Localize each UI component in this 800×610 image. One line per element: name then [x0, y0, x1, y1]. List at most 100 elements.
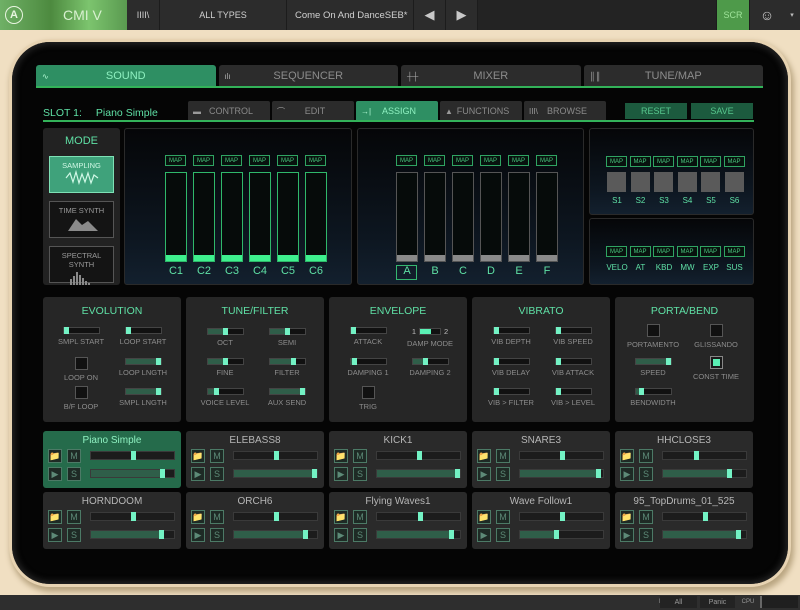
slider-handle[interactable]: [702, 512, 708, 521]
map-button[interactable]: MAP: [653, 156, 674, 167]
slot-card[interactable]: HORNDOOM 📁 M ▶ S: [43, 492, 181, 549]
oct-slider[interactable]: [206, 328, 244, 335]
map-button[interactable]: MAP: [723, 156, 745, 167]
pan-slider[interactable]: [519, 512, 604, 521]
solo-button[interactable]: S: [639, 528, 653, 542]
map-button[interactable]: MAP: [629, 156, 651, 167]
slot-card[interactable]: Wave Follow1 📁 M ▶ S: [472, 492, 610, 549]
slider-handle[interactable]: [155, 388, 161, 395]
pan-slider[interactable]: [662, 512, 747, 521]
bendwidth-slider[interactable]: [634, 388, 672, 395]
vib-attack-slider[interactable]: [554, 358, 592, 365]
vib-depth-slider[interactable]: [492, 327, 530, 334]
slider-handle[interactable]: [273, 512, 279, 521]
slider-handle[interactable]: [63, 327, 69, 334]
bf-loop-control[interactable]: B/F LOOP: [51, 386, 111, 411]
preset-name-field[interactable]: Come On And DanceSEB*: [287, 0, 414, 30]
vib-filter-control[interactable]: VIB > FILTER: [481, 388, 541, 407]
mute-button[interactable]: M: [639, 449, 653, 463]
vib-level-control[interactable]: VIB > LEVEL: [543, 388, 603, 407]
map-button[interactable]: MAP: [676, 156, 698, 167]
mute-button[interactable]: M: [353, 510, 367, 524]
subtab-browse[interactable]: III\ BROWSE: [524, 101, 606, 121]
solo-button[interactable]: S: [496, 467, 510, 481]
pan-slider[interactable]: [90, 451, 175, 460]
play-icon[interactable]: ▶: [48, 467, 62, 481]
oct-control[interactable]: OCT: [195, 328, 255, 347]
slider-handle[interactable]: [312, 469, 317, 478]
slider-handle[interactable]: [448, 530, 454, 539]
mode-time-synth-button[interactable]: TIME SYNTH: [49, 201, 114, 238]
damping2-slider[interactable]: [411, 358, 449, 365]
vib-filter-slider[interactable]: [492, 388, 530, 395]
map-button[interactable]: MAP: [424, 155, 445, 166]
play-icon[interactable]: ▶: [477, 467, 491, 481]
control-bar-e[interactable]: [508, 172, 530, 262]
vib-speed-slider[interactable]: [554, 327, 592, 334]
switch-s2[interactable]: [630, 172, 650, 192]
midi-settings-button[interactable]: ☺: [750, 0, 784, 30]
portamento-control[interactable]: PORTAMENTO: [623, 324, 683, 349]
damp-mode-switch[interactable]: [419, 328, 441, 335]
level-slider[interactable]: [376, 469, 461, 478]
mute-button[interactable]: M: [210, 449, 224, 463]
solo-button[interactable]: S: [353, 528, 367, 542]
bar-label[interactable]: E: [507, 265, 531, 277]
loop-on-checkbox[interactable]: [74, 357, 88, 370]
trig-checkbox[interactable]: [361, 386, 375, 399]
solo-button[interactable]: S: [353, 467, 367, 481]
slider-handle[interactable]: [222, 328, 228, 335]
slider-handle[interactable]: [155, 358, 161, 365]
level-slider[interactable]: [519, 530, 604, 539]
map-button[interactable]: MAP: [305, 155, 326, 166]
slider-handle[interactable]: [726, 469, 732, 478]
solo-button[interactable]: S: [210, 528, 224, 542]
semi-control[interactable]: SEMI: [257, 328, 317, 347]
play-icon[interactable]: ▶: [620, 467, 634, 481]
mute-button[interactable]: M: [353, 449, 367, 463]
slider-handle[interactable]: [302, 530, 308, 539]
next-preset-button[interactable]: ▶: [446, 0, 478, 30]
loop-lngth-control[interactable]: LOOP LNGTH: [113, 358, 173, 377]
damp-mode-control[interactable]: 1 2 DAMP MODE: [400, 327, 460, 348]
fine-slider[interactable]: [206, 358, 244, 365]
midi-ch-select[interactable]: All: [660, 596, 697, 608]
level-slider[interactable]: [233, 530, 318, 539]
trig-control[interactable]: TRIG: [338, 386, 398, 411]
glissando-control[interactable]: GLISSANDO: [686, 324, 746, 349]
map-button[interactable]: MAP: [676, 246, 698, 257]
vib-delay-control[interactable]: VIB DELAY: [481, 358, 541, 377]
slot-card[interactable]: ORCH6 📁 M ▶ S: [186, 492, 324, 549]
filter-slider[interactable]: [268, 358, 306, 365]
slider-handle[interactable]: [596, 469, 602, 478]
slider-handle[interactable]: [159, 469, 165, 478]
slider-handle[interactable]: [213, 388, 219, 395]
slider-handle[interactable]: [284, 328, 290, 335]
switch-s3[interactable]: [654, 172, 673, 192]
control-bar-c3[interactable]: [221, 172, 243, 262]
pan-slider[interactable]: [662, 451, 747, 460]
slider-handle[interactable]: [455, 469, 460, 478]
damping2-control[interactable]: DAMPING 2: [400, 358, 460, 377]
switch-s6[interactable]: [724, 172, 744, 192]
play-icon[interactable]: ▶: [191, 467, 205, 481]
loop-start-control[interactable]: LOOP START: [113, 327, 173, 346]
slider-handle[interactable]: [694, 451, 700, 460]
folder-icon[interactable]: 📁: [48, 449, 62, 463]
slider-handle[interactable]: [418, 512, 424, 521]
slider-handle[interactable]: [290, 358, 296, 365]
semi-slider[interactable]: [268, 328, 306, 335]
level-slider[interactable]: [662, 469, 747, 478]
slider-handle[interactable]: [130, 451, 136, 460]
solo-button[interactable]: S: [67, 467, 81, 481]
control-bar-c2[interactable]: [193, 172, 215, 262]
level-slider[interactable]: [662, 530, 747, 539]
level-slider[interactable]: [90, 530, 175, 539]
folder-icon[interactable]: 📁: [477, 510, 491, 524]
control-bar-a[interactable]: [396, 172, 418, 262]
bendwidth-control[interactable]: BENDWIDTH: [623, 388, 683, 407]
voice-level-control[interactable]: VOICE LEVEL: [195, 388, 255, 407]
control-bar-c5[interactable]: [277, 172, 299, 262]
folder-icon[interactable]: 📁: [620, 510, 634, 524]
level-slider[interactable]: [233, 469, 318, 478]
